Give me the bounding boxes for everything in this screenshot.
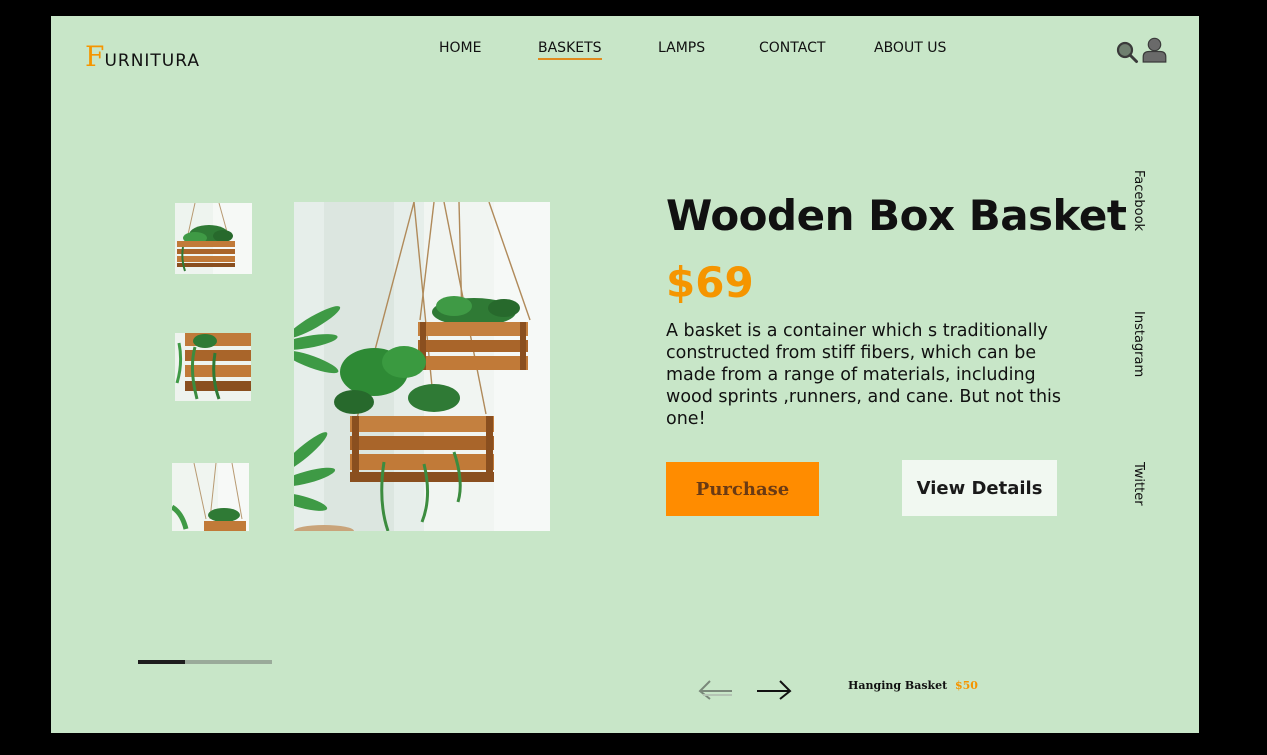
slider-progress	[138, 660, 272, 664]
thumbnail-2[interactable]	[175, 333, 251, 401]
nav-contact[interactable]: CONTACT	[759, 40, 825, 58]
brand-logo-initial: F	[85, 40, 105, 73]
product-price: $69	[666, 258, 754, 307]
thumbnail-2-image	[175, 333, 251, 401]
product-page: FURNITURA HOME BASKETS LAMPS CONTACT ABO…	[51, 16, 1199, 733]
product-description: A basket is a container which s traditio…	[666, 321, 1062, 429]
brand-logo-text: URNITURA	[104, 51, 201, 71]
product-title: Wooden Box Basket	[666, 191, 1127, 240]
social-link-instagram[interactable]: Instagram	[1131, 311, 1146, 377]
thumbnail-1-image	[175, 203, 252, 274]
user-icon[interactable]	[1142, 37, 1167, 63]
thumbnail-1[interactable]	[175, 203, 252, 274]
thumbnail-3-image	[172, 463, 249, 531]
slider-progress-fill	[138, 660, 185, 664]
thumbnail-3[interactable]	[172, 463, 249, 531]
search-icon[interactable]	[1115, 40, 1139, 64]
product-photo	[294, 202, 550, 531]
next-product-name[interactable]: Hanging Basket	[848, 679, 947, 692]
social-link-facebook[interactable]: Facebook	[1131, 170, 1146, 231]
nav-home[interactable]: HOME	[439, 40, 481, 58]
purchase-button[interactable]: Purchase	[666, 462, 819, 516]
next-arrow-icon[interactable]	[755, 676, 793, 700]
view-details-button[interactable]: View Details	[902, 460, 1057, 516]
nav-lamps[interactable]: LAMPS	[658, 40, 705, 58]
nav-about-us[interactable]: ABOUT US	[874, 40, 946, 58]
social-link-twitter[interactable]: Twitter	[1131, 462, 1146, 506]
next-product-price: $50	[955, 679, 978, 692]
product-photo-image	[294, 202, 550, 531]
prev-arrow-icon[interactable]	[697, 676, 735, 700]
nav-baskets[interactable]: BASKETS	[538, 40, 602, 60]
brand-logo[interactable]: FURNITURA	[85, 40, 200, 73]
